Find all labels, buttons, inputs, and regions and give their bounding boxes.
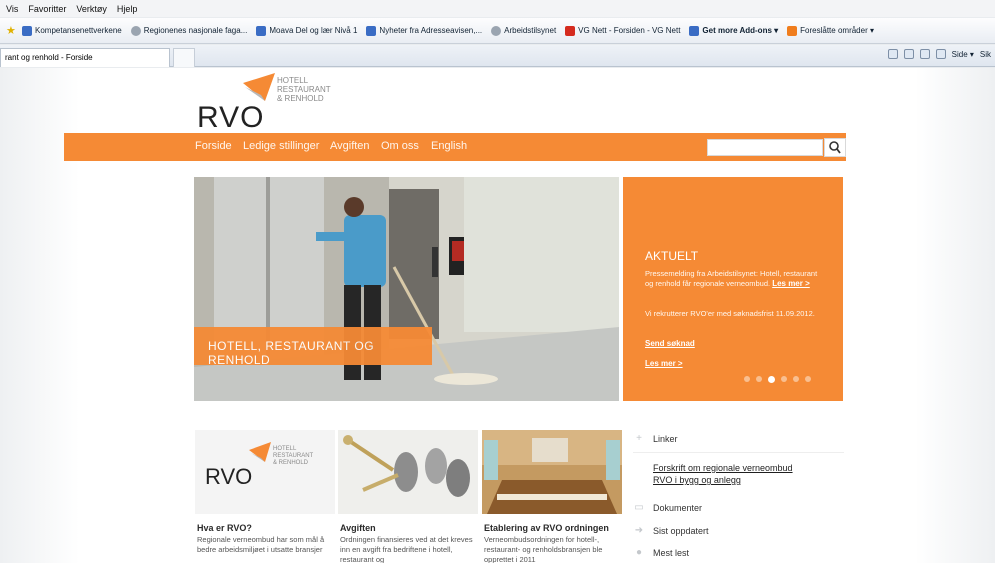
favorite-link[interactable]: Kompetansenettverkene [22, 25, 122, 36]
command-bar: Side ▾ Sik [887, 49, 995, 59]
tile-image-conference[interactable] [482, 430, 622, 514]
home-icon[interactable] [887, 49, 898, 59]
rvo-logo[interactable]: RVO HOTELL RESTAURANT & RENHOLD [195, 71, 355, 131]
tile-text: Ordningen finansieres ved at det kreves … [340, 535, 473, 563]
more-link-wrap: Les mer > [645, 359, 825, 369]
news-icon [366, 25, 377, 36]
tile-title-what-is-rvo[interactable]: Hva er RVO? [197, 523, 252, 533]
browser-tab[interactable]: rant og renhold - Forside [0, 48, 170, 67]
menu-favorites[interactable]: Favoritter [28, 4, 66, 14]
tab-bar: rant og renhold - Forside Side ▾ Sik [0, 45, 995, 67]
person-icon: ● [635, 547, 643, 558]
sidebar-links-list: Forskrift om regionale verneombud RVO i … [633, 452, 844, 496]
page-viewport: RVO HOTELL RESTAURANT & RENHOLD Forside … [0, 68, 995, 563]
ie-page-icon [22, 25, 32, 36]
carousel-dot[interactable] [781, 376, 787, 382]
svg-text:RESTAURANT: RESTAURANT [273, 453, 314, 459]
folder-icon: ▭ [634, 502, 644, 513]
search-input[interactable] [707, 139, 823, 156]
menu-tools[interactable]: Verktøy [76, 4, 107, 14]
globe-icon [491, 25, 502, 36]
carousel-dot[interactable] [805, 376, 811, 382]
tile-text: Regionale verneombud har som mål å bedre… [197, 535, 325, 554]
favorites-star-icon[interactable]: ★ [6, 24, 16, 37]
suggested-sites-icon [787, 25, 798, 36]
arrow-icon: ➜ [634, 525, 644, 536]
favorite-link[interactable]: Moava Del og lær Nivå 1 [256, 25, 357, 36]
nav-forside[interactable]: Forside [195, 140, 232, 152]
main-nav: Forside Ledige stillinger Avgiften Om os… [64, 133, 846, 161]
nav-om-oss[interactable]: Om oss [381, 140, 419, 152]
svg-text:HOTELL: HOTELL [277, 76, 309, 85]
plus-icon: + [636, 433, 642, 444]
logo-mark-icon [243, 73, 275, 101]
news-item-1: Pressemelding fra Arbeidstilsynet: Hotel… [645, 269, 818, 288]
nav-avgiften[interactable]: Avgiften [330, 140, 370, 152]
tile-text: Verneombudsordningen for hotell-, restau… [484, 535, 603, 563]
logo-text: RVO [197, 101, 264, 131]
carousel-dots [744, 376, 811, 383]
hero-caption: HOTELL, RESTAURANT OG RENHOLD [194, 327, 432, 367]
hero-image [194, 177, 619, 401]
apply-link-wrap: Send søknad [645, 339, 825, 349]
sidebar-links-heading[interactable]: + Linker [634, 430, 677, 448]
news-item-2: Vi rekrutterer RVO'er med søknadsfrist 1… [645, 309, 815, 318]
globe-icon [130, 25, 141, 36]
new-tab-button[interactable] [173, 48, 195, 67]
search-icon [829, 141, 841, 154]
sidebar-recent[interactable]: ➜ Sist oppdatert [634, 522, 709, 540]
tile-title-avgiften[interactable]: Avgiften [340, 523, 376, 533]
news-panel: AKTUELT Pressemelding fra Arbeidstilsyne… [623, 177, 843, 401]
link-rvo-bygg-anlegg[interactable]: RVO i bygg og anlegg [653, 474, 824, 486]
send-application-link[interactable]: Send søknad [645, 339, 695, 348]
ie-page-icon [256, 25, 267, 36]
safety-menu[interactable]: Sik [980, 50, 991, 59]
svg-text:RVO: RVO [205, 464, 252, 489]
carousel-dot[interactable] [756, 376, 762, 382]
menu-view[interactable]: Vis [6, 4, 18, 14]
link-forskrift[interactable]: Forskrift om regionale verneombud [653, 462, 824, 474]
search-button[interactable] [824, 138, 846, 157]
menu-help[interactable]: Hjelp [117, 4, 138, 14]
feeds-icon[interactable] [903, 49, 914, 59]
favorite-link[interactable]: Get more Add-ons ▾ [689, 25, 778, 36]
svg-text:RESTAURANT: RESTAURANT [277, 85, 331, 94]
favorite-link[interactable]: Arbeidstilsynet [491, 25, 556, 36]
print-icon[interactable] [935, 49, 946, 59]
nav-english[interactable]: English [431, 140, 467, 152]
carousel-dot[interactable] [793, 376, 799, 382]
tile-title-etablering[interactable]: Etablering av RVO ordningen [484, 523, 609, 533]
svg-text:& RENHOLD: & RENHOLD [273, 460, 309, 466]
news-heading: AKTUELT [645, 249, 699, 263]
sidebar-documents[interactable]: ▭ Dokumenter [634, 499, 702, 517]
favorite-link[interactable]: Nyheter fra Adresseavisen,... [366, 25, 482, 36]
sidebar-most-read[interactable]: ● Mest lest [634, 544, 689, 562]
nav-ledige-stillinger[interactable]: Ledige stillinger [243, 140, 319, 152]
carousel-dot[interactable] [744, 376, 750, 382]
tile-image-keys[interactable] [338, 430, 478, 514]
favorite-link[interactable]: VG Nett - Forsiden - VG Nett [565, 25, 680, 36]
news-more-link[interactable]: Les mer > [645, 359, 683, 368]
page-menu[interactable]: Side ▾ [952, 50, 974, 59]
mail-icon[interactable] [919, 49, 930, 59]
menu-bar: Vis Favoritter Verktøy Hjelp [0, 0, 995, 17]
news-read-more-link[interactable]: Les mer > [772, 279, 810, 288]
favorite-link[interactable]: Foreslåtte områder ▾ [787, 25, 874, 36]
tile-image-rvo[interactable]: RVO HOTELL RESTAURANT & RENHOLD [195, 430, 335, 514]
carousel-dot-active[interactable] [768, 376, 775, 383]
favorite-link[interactable]: Regionenes nasjonale faga... [130, 25, 247, 36]
favorites-bar: ★ Kompetansenettverkene Regionenes nasjo… [0, 18, 995, 44]
ie-page-icon [689, 25, 700, 36]
svg-text:& RENHOLD: & RENHOLD [277, 94, 324, 103]
hero-banner[interactable]: HOTELL, RESTAURANT OG RENHOLD [194, 177, 619, 401]
vg-icon [565, 25, 576, 36]
svg-text:HOTELL: HOTELL [273, 446, 297, 452]
